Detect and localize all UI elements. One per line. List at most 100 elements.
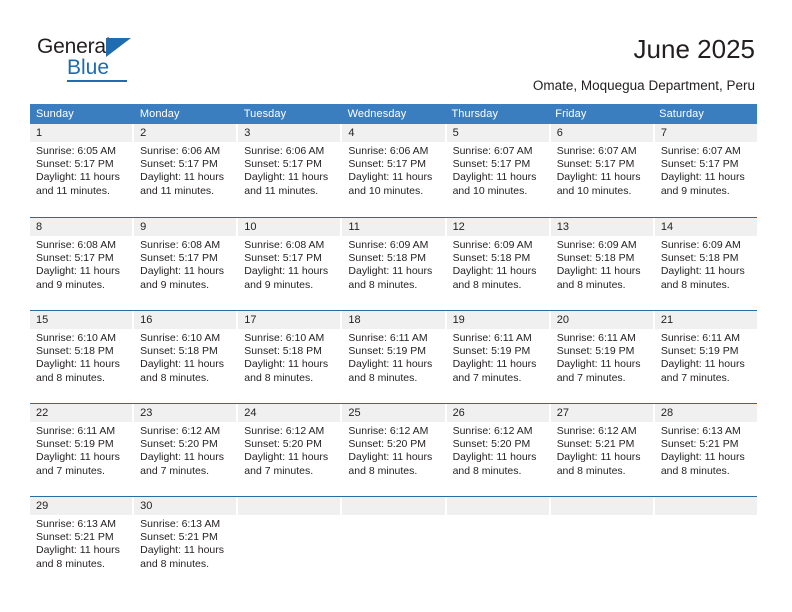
- sunset-text: Sunset: 5:18 PM: [556, 252, 635, 265]
- calendar-day-cell[interactable]: 18 Sunrise: 6:11 AM Sunset: 5:19 PM Dayl…: [342, 311, 447, 403]
- calendar-day-cell[interactable]: 2 Sunrise: 6:06 AM Sunset: 5:17 PM Dayli…: [134, 124, 239, 217]
- calendar-day-cell[interactable]: 1 Sunrise: 6:05 AM Sunset: 5:17 PM Dayli…: [30, 124, 135, 217]
- calendar-day-cell[interactable]: 19 Sunrise: 6:11 AM Sunset: 5:19 PM Dayl…: [446, 311, 551, 403]
- general-blue-logo[interactable]: General Blue: [37, 36, 147, 82]
- day-number: 30: [134, 497, 237, 515]
- calendar-day-cell[interactable]: 13 Sunrise: 6:09 AM Sunset: 5:18 PM Dayl…: [550, 218, 655, 310]
- calendar-day-cell[interactable]: 6 Sunrise: 6:07 AM Sunset: 5:17 PM Dayli…: [550, 124, 655, 217]
- sunrise-text: Sunrise: 6:12 AM: [452, 425, 533, 437]
- calendar-week-row: 8 Sunrise: 6:08 AM Sunset: 5:17 PM Dayli…: [30, 217, 757, 310]
- calendar-day-cell[interactable]: 21 Sunrise: 6:11 AM Sunset: 5:19 PM Dayl…: [654, 311, 757, 403]
- daylight-line-1: Daylight: 11 hours: [36, 358, 120, 371]
- weekday-header-row: Sunday Monday Tuesday Wednesday Thursday…: [30, 104, 757, 124]
- sunset-text: Sunset: 5:19 PM: [348, 345, 427, 358]
- logo-text-blue: Blue: [67, 56, 110, 79]
- daylight-line-2: and 7 minutes.: [660, 371, 730, 384]
- calendar-week-row: 22 Sunrise: 6:11 AM Sunset: 5:19 PM Dayl…: [30, 403, 757, 496]
- sunrise-text: Sunrise: 6:11 AM: [452, 332, 532, 344]
- calendar-day-cell[interactable]: 24 Sunrise: 6:12 AM Sunset: 5:20 PM Dayl…: [238, 404, 343, 496]
- daylight-line-1: Daylight: 11 hours: [244, 358, 329, 371]
- calendar-day-cell[interactable]: 17 Sunrise: 6:10 AM Sunset: 5:18 PM Dayl…: [238, 311, 343, 403]
- day-details: Sunrise: 6:13 AM Sunset: 5:21 PM Dayligh…: [30, 515, 132, 571]
- day-number: 10: [238, 218, 341, 236]
- sunrise-text: Sunrise: 6:13 AM: [140, 518, 221, 530]
- day-number: 11: [342, 218, 445, 236]
- calendar-day-cell[interactable]: 22 Sunrise: 6:11 AM Sunset: 5:19 PM Dayl…: [30, 404, 135, 496]
- daylight-line-2: and 8 minutes.: [452, 464, 522, 477]
- calendar-day-cell[interactable]: 9 Sunrise: 6:08 AM Sunset: 5:17 PM Dayli…: [134, 218, 239, 310]
- calendar-page: General Blue June 2025 Omate, Moquegua D…: [0, 0, 792, 612]
- calendar-day-cell[interactable]: 29 Sunrise: 6:13 AM Sunset: 5:21 PM Dayl…: [30, 497, 135, 589]
- page-subtitle: Omate, Moquegua Department, Peru: [532, 78, 755, 93]
- logo-text-general: General: [37, 35, 111, 58]
- calendar-day-cell[interactable]: 23 Sunrise: 6:12 AM Sunset: 5:20 PM Dayl…: [134, 404, 239, 496]
- calendar-day-cell[interactable]: 16 Sunrise: 6:10 AM Sunset: 5:18 PM Dayl…: [134, 311, 239, 403]
- daylight-line-2: and 8 minutes.: [348, 464, 418, 477]
- day-number: 5: [446, 124, 549, 142]
- daylight-line-1: Daylight: 11 hours: [556, 265, 641, 278]
- calendar-day-cell[interactable]: 11 Sunrise: 6:09 AM Sunset: 5:18 PM Dayl…: [342, 218, 447, 310]
- daylight-line-1: Daylight: 11 hours: [140, 171, 224, 184]
- day-number: 13: [550, 218, 653, 236]
- sunrise-text: Sunrise: 6:10 AM: [36, 332, 116, 344]
- daylight-line-2: and 7 minutes.: [244, 464, 314, 477]
- day-number: 25: [342, 404, 445, 422]
- sunset-text: Sunset: 5:18 PM: [36, 345, 114, 358]
- calendar-day-cell[interactable]: 25 Sunrise: 6:12 AM Sunset: 5:20 PM Dayl…: [342, 404, 447, 496]
- daylight-line-1: Daylight: 11 hours: [140, 265, 224, 278]
- day-number: 20: [550, 311, 653, 329]
- calendar-grid: Sunday Monday Tuesday Wednesday Thursday…: [30, 104, 757, 589]
- weekday-wednesday: Wednesday: [347, 108, 407, 120]
- sunrise-text: Sunrise: 6:07 AM: [556, 145, 637, 157]
- sunrise-text: Sunrise: 6:11 AM: [348, 332, 428, 344]
- calendar-day-cell[interactable]: 28 Sunrise: 6:13 AM Sunset: 5:21 PM Dayl…: [654, 404, 757, 496]
- calendar-day-cell[interactable]: 5 Sunrise: 6:07 AM Sunset: 5:17 PM Dayli…: [446, 124, 551, 217]
- daylight-line-2: and 10 minutes.: [556, 184, 632, 197]
- weekday-saturday: Saturday: [659, 108, 704, 120]
- daylight-line-2: and 10 minutes.: [348, 184, 424, 197]
- sunrise-text: Sunrise: 6:06 AM: [140, 145, 221, 157]
- day-number: 16: [134, 311, 237, 329]
- day-number: 15: [30, 311, 133, 329]
- day-number: 22: [30, 404, 133, 422]
- daylight-line-2: and 8 minutes.: [452, 278, 522, 291]
- sunset-text: Sunset: 5:17 PM: [244, 252, 322, 265]
- sunset-text: Sunset: 5:21 PM: [660, 438, 739, 451]
- weekday-tuesday: Tuesday: [243, 108, 287, 120]
- day-details: Sunrise: 6:06 AM Sunset: 5:17 PM Dayligh…: [342, 142, 444, 198]
- calendar-week-row: 29 Sunrise: 6:13 AM Sunset: 5:21 PM Dayl…: [30, 496, 757, 589]
- daylight-line-1: Daylight: 11 hours: [140, 451, 224, 464]
- day-number: 4: [342, 124, 445, 142]
- day-number: 7: [654, 124, 757, 142]
- day-details: Sunrise: 6:07 AM Sunset: 5:17 PM Dayligh…: [655, 142, 757, 198]
- calendar-day-cell[interactable]: 30 Sunrise: 6:13 AM Sunset: 5:21 PM Dayl…: [134, 497, 239, 589]
- calendar-day-cell[interactable]: 20 Sunrise: 6:11 AM Sunset: 5:19 PM Dayl…: [550, 311, 655, 403]
- daylight-line-2: and 11 minutes.: [244, 184, 319, 197]
- calendar-day-cell[interactable]: 8 Sunrise: 6:08 AM Sunset: 5:17 PM Dayli…: [30, 218, 135, 310]
- daylight-line-2: and 8 minutes.: [660, 278, 730, 291]
- sunrise-text: Sunrise: 6:06 AM: [348, 145, 429, 157]
- daylight-line-2: and 9 minutes.: [36, 278, 105, 291]
- day-details: Sunrise: 6:09 AM Sunset: 5:18 PM Dayligh…: [447, 236, 549, 292]
- calendar-day-cell[interactable]: 15 Sunrise: 6:10 AM Sunset: 5:18 PM Dayl…: [30, 311, 135, 403]
- calendar-day-cell[interactable]: 4 Sunrise: 6:06 AM Sunset: 5:17 PM Dayli…: [342, 124, 447, 217]
- day-details: Sunrise: 6:08 AM Sunset: 5:17 PM Dayligh…: [30, 236, 132, 292]
- daylight-line-1: Daylight: 11 hours: [660, 451, 745, 464]
- calendar-day-cell[interactable]: 26 Sunrise: 6:12 AM Sunset: 5:20 PM Dayl…: [446, 404, 551, 496]
- sunrise-text: Sunrise: 6:09 AM: [348, 239, 429, 251]
- day-details: Sunrise: 6:10 AM Sunset: 5:18 PM Dayligh…: [30, 329, 132, 385]
- calendar-day-cell[interactable]: 10 Sunrise: 6:08 AM Sunset: 5:17 PM Dayl…: [238, 218, 343, 310]
- sunrise-text: Sunrise: 6:12 AM: [348, 425, 429, 437]
- sunset-text: Sunset: 5:20 PM: [140, 438, 218, 451]
- calendar-day-cell[interactable]: 3 Sunrise: 6:06 AM Sunset: 5:17 PM Dayli…: [238, 124, 343, 217]
- calendar-day-cell[interactable]: 12 Sunrise: 6:09 AM Sunset: 5:18 PM Dayl…: [446, 218, 551, 310]
- sunrise-text: Sunrise: 6:10 AM: [244, 332, 325, 344]
- day-number: 3: [238, 124, 341, 142]
- daylight-line-2: and 8 minutes.: [348, 278, 418, 291]
- calendar-day-cell[interactable]: 14 Sunrise: 6:09 AM Sunset: 5:18 PM Dayl…: [654, 218, 757, 310]
- calendar-day-cell[interactable]: 27 Sunrise: 6:12 AM Sunset: 5:21 PM Dayl…: [550, 404, 655, 496]
- day-details: Sunrise: 6:11 AM Sunset: 5:19 PM Dayligh…: [551, 329, 653, 385]
- daylight-line-1: Daylight: 11 hours: [348, 171, 433, 184]
- daylight-line-1: Daylight: 11 hours: [244, 171, 329, 184]
- calendar-day-cell[interactable]: 7 Sunrise: 6:07 AM Sunset: 5:17 PM Dayli…: [654, 124, 757, 217]
